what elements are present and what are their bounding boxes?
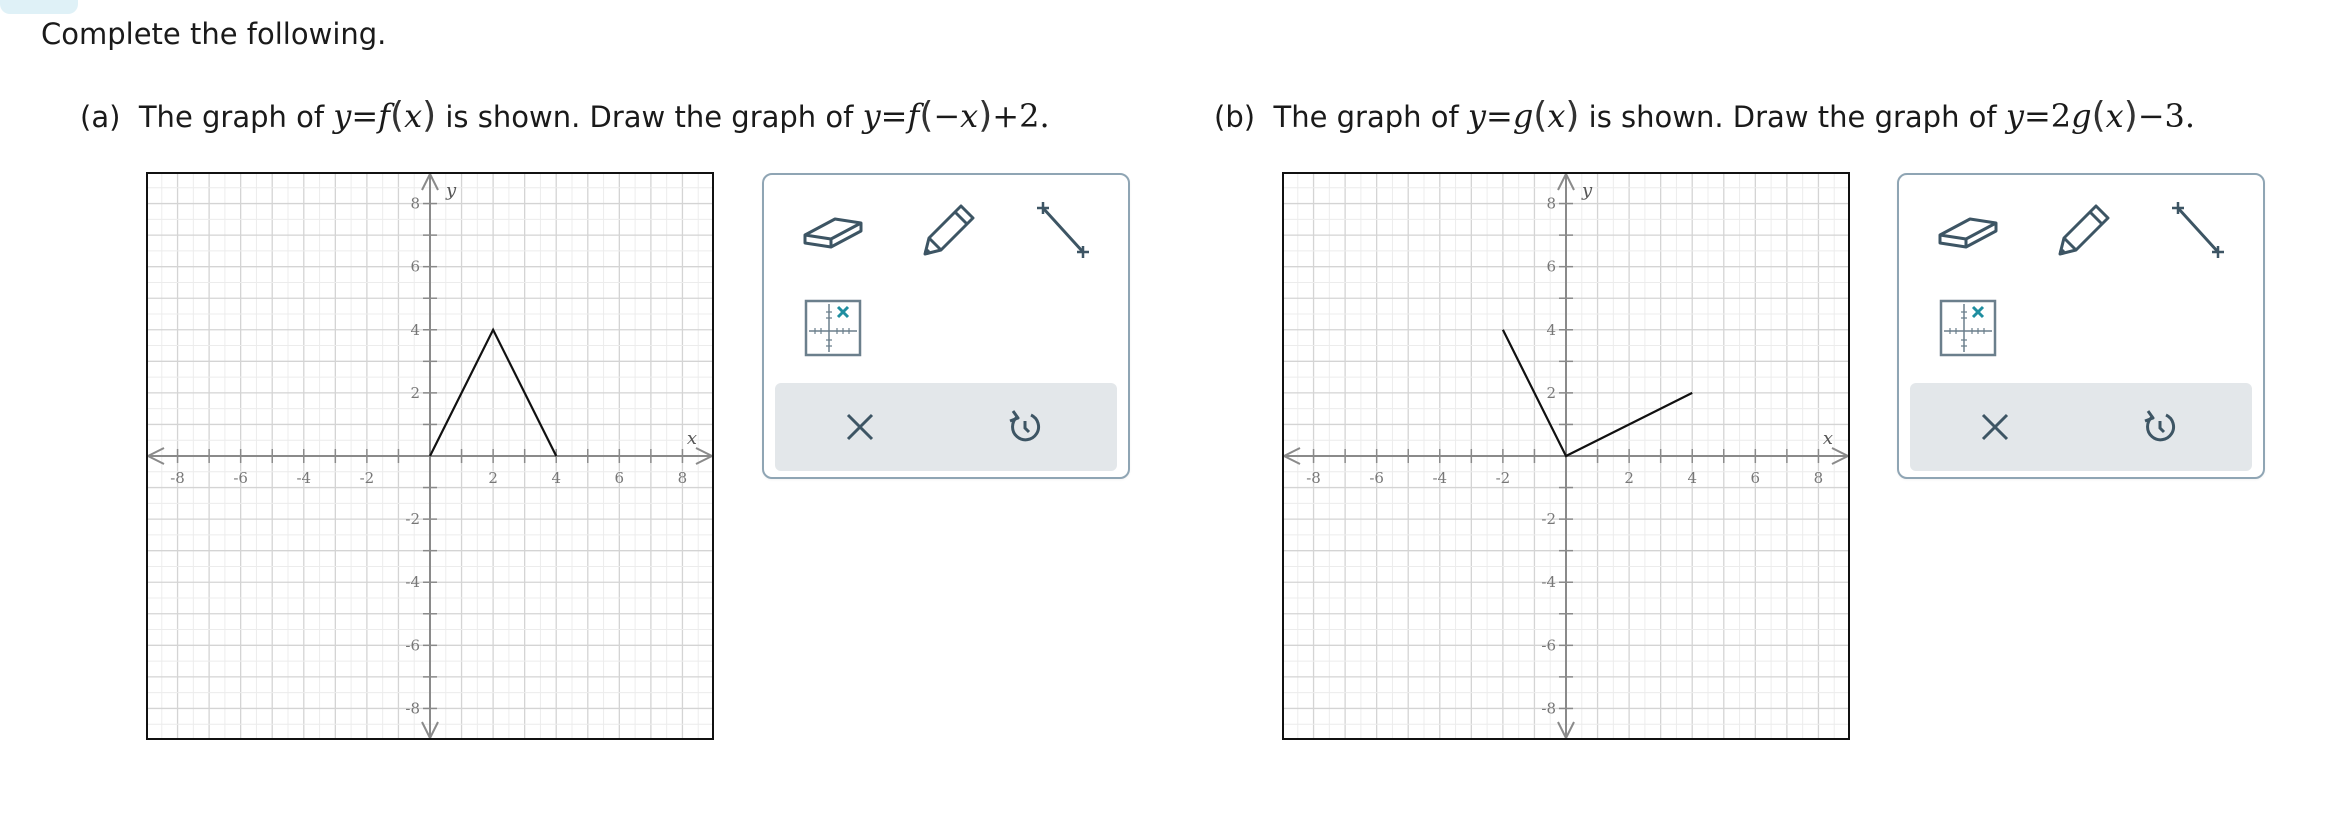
undo-icon	[2144, 410, 2176, 442]
part-a-label: (a)	[80, 100, 121, 134]
graph-b-canvas[interactable]: -8 -6 -4 -2 2 4 6 8 8 6 4 2 -2 -4 -6 -8 x y	[1282, 172, 1850, 740]
graph-a-x-axis-label: x	[687, 428, 697, 449]
graph-b-y-tick-label: -8	[1541, 699, 1556, 717]
graph-b-y-tick-label: 8	[1546, 195, 1556, 213]
graph-a-y-tick-label: 6	[410, 258, 420, 276]
graph-a-y-tick-label: 8	[410, 195, 420, 213]
graph-a-x-tick-label: 6	[615, 469, 625, 487]
eraser-tool[interactable]	[1933, 195, 2003, 265]
pencil-icon	[923, 204, 975, 256]
eraser-tool[interactable]	[798, 195, 868, 265]
graph-a-y-tick-label: -6	[405, 636, 420, 654]
part-a-given-equation: y=f(x)	[333, 95, 437, 136]
pencil-tool[interactable]	[914, 195, 984, 265]
part-a-text-middle: is shown. Draw the graph of	[445, 100, 854, 134]
action-bar-b	[1910, 383, 2252, 471]
undo-button[interactable]	[2128, 395, 2192, 459]
pencil-icon	[2058, 204, 2110, 256]
graph-b-y-axis-label: y	[1581, 180, 1593, 201]
graph-b-x-tick-label: 6	[1751, 469, 1761, 487]
graph-a-x-tick-label: -6	[233, 469, 248, 487]
graph-a-y-axis-label: y	[445, 180, 457, 201]
clear-button[interactable]	[828, 395, 892, 459]
graph-b-x-tick-label: 8	[1814, 469, 1824, 487]
part-a-text-before: The graph of	[138, 100, 325, 134]
graph-b-y-tick-label: -2	[1541, 510, 1556, 528]
part-b-target-equation: y=2g(x)−3.	[2005, 95, 2196, 136]
eraser-icon	[803, 217, 863, 249]
toolbox-a	[762, 173, 1130, 479]
graph-a-canvas[interactable]: -8 -6 -4 -2 2 4 6 8 8 6 4 2 -2 -4 -6 -8 x y	[146, 172, 714, 740]
graph-b[interactable]: -8 -6 -4 -2 2 4 6 8 8 6 4 2 -2 -4 -6 -8 x y	[1282, 172, 1850, 740]
part-b-given-equation: y=g(x)	[1467, 95, 1580, 136]
part-a-target-equation: y=f(−x)+2.	[862, 95, 1050, 136]
point-grid-tool[interactable]	[798, 293, 868, 363]
graph-b-x-tick-label: 4	[1687, 469, 1697, 487]
graph-b-y-tick-label: 6	[1546, 258, 1556, 276]
undo-button[interactable]	[993, 395, 1057, 459]
undo-icon	[1009, 410, 1041, 442]
action-bar-a	[775, 383, 1117, 471]
pencil-tool[interactable]	[2049, 195, 2119, 265]
clear-button[interactable]	[1963, 395, 2027, 459]
graph-b-x-tick-label: -4	[1432, 469, 1447, 487]
graph-b-x-tick-label: -6	[1369, 469, 1384, 487]
graph-b-y-tick-label: -6	[1541, 636, 1556, 654]
segment-icon	[2172, 202, 2224, 258]
close-icon	[1981, 413, 2009, 441]
eraser-icon	[1938, 217, 1998, 249]
graph-b-y-tick-label: -4	[1541, 573, 1556, 591]
graph-b-y-tick-label: 2	[1546, 384, 1556, 402]
graph-b-x-tick-label: -8	[1306, 469, 1321, 487]
graph-b-x-axis-label: x	[1823, 428, 1833, 449]
graph-b-x-tick-label: 2	[1624, 469, 1634, 487]
graph-a-y-tick-label: -8	[405, 699, 420, 717]
graph-a-x-tick-label: -2	[360, 469, 375, 487]
graph-a-x-tick-label: 8	[678, 469, 688, 487]
graph-a-y-tick-label: 4	[410, 321, 420, 339]
graph-b-x-tick-label: -2	[1496, 469, 1511, 487]
part-b-text-before: The graph of	[1273, 100, 1459, 134]
toolbox-b	[1897, 173, 2265, 479]
segment-tool[interactable]	[2163, 195, 2233, 265]
part-b-label: (b)	[1214, 100, 1256, 134]
graph-a-x-tick-label: 2	[488, 469, 498, 487]
part-b-prompt: (b) The graph of y=g(x) is shown. Draw t…	[1214, 94, 2195, 139]
segment-tool[interactable]	[1028, 195, 1098, 265]
part-a-prompt: (a) The graph of y=f(x) is shown. Draw t…	[80, 94, 1050, 139]
segment-icon	[1037, 202, 1089, 258]
graph-a-x-tick-label: -4	[296, 469, 311, 487]
corner-tab	[0, 0, 78, 14]
graph-a-y-tick-label: -4	[405, 573, 420, 591]
point-grid-tool[interactable]	[1933, 293, 2003, 363]
point-grid-icon	[1939, 299, 1997, 357]
graph-a[interactable]: -8 -6 -4 -2 2 4 6 8 8 6 4 2 -2 -4 -6 -8 x y	[146, 172, 714, 740]
close-icon	[846, 413, 874, 441]
graph-b-y-tick-label: 4	[1546, 321, 1556, 339]
point-grid-icon	[804, 299, 862, 357]
graph-a-y-tick-label: 2	[410, 384, 420, 402]
instruction-text: Complete the following.	[41, 17, 387, 51]
graph-a-x-tick-label: 4	[551, 469, 561, 487]
graph-a-x-tick-label: -8	[170, 469, 185, 487]
graph-a-y-tick-label: -2	[405, 510, 420, 528]
part-b-text-middle: is shown. Draw the graph of	[1588, 100, 1997, 134]
